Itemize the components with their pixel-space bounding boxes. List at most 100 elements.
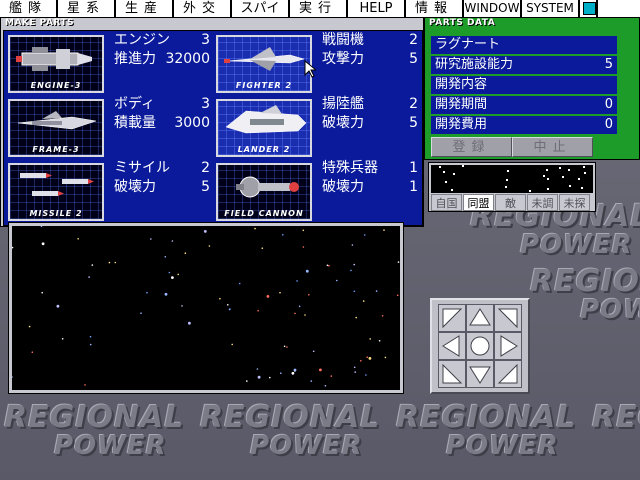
part-name: ボディ (114, 96, 156, 112)
part-level: 2 (409, 32, 418, 48)
scroll-right-button[interactable] (494, 332, 522, 360)
menu-execute[interactable]: 実行 (290, 0, 348, 17)
scroll-left-button[interactable] (438, 332, 466, 360)
field-cannon-part-info: 特殊兵器 1 破壊力 1 (322, 159, 418, 197)
tab-own-nation[interactable]: 自国 (431, 194, 462, 211)
menu-help[interactable]: HELP (348, 0, 406, 17)
mini-star (451, 189, 453, 191)
star-field[interactable] (11, 225, 400, 390)
mini-star (529, 190, 531, 192)
star-map-window (8, 222, 404, 394)
star (91, 264, 94, 266)
menu-production[interactable]: 生産 (116, 0, 174, 17)
star (355, 316, 358, 319)
mini-star (453, 173, 455, 175)
stat-label: 破壊力 (322, 115, 364, 131)
stat-label: 破壊力 (114, 179, 156, 195)
stat-label: 積載量 (114, 115, 156, 131)
window-icon[interactable] (580, 0, 598, 17)
star (291, 371, 295, 375)
scroll-down-left-button[interactable] (438, 360, 466, 388)
mini-star (505, 186, 507, 188)
fighter-part-tile[interactable]: FIGHTER 2 (216, 35, 312, 93)
tab-unsurveyed[interactable]: 未調 (527, 194, 558, 211)
missile-part-tile[interactable]: MISSILE 2 (8, 163, 104, 221)
star (326, 264, 329, 267)
menu-star-system[interactable]: 星系 (58, 0, 116, 17)
star (365, 374, 367, 376)
scroll-up-button[interactable] (466, 304, 494, 332)
mini-star (547, 188, 549, 190)
content-label: 開発内容 (435, 77, 488, 92)
star (305, 269, 309, 273)
star (231, 343, 233, 346)
star (266, 295, 270, 298)
scroll-down-button[interactable] (466, 360, 494, 388)
star (188, 321, 191, 325)
stat-value: 1 (409, 179, 418, 195)
mini-star (559, 167, 561, 169)
menu-spy[interactable]: スパイ (232, 0, 290, 17)
field-cannon-part-tile[interactable]: FIELD CANNON (216, 163, 312, 221)
star (324, 385, 327, 387)
background-logo: REGIONALPOWER (530, 264, 640, 325)
stat-label: 攻撃力 (322, 51, 364, 67)
part-caption: FIELD CANNON (224, 209, 304, 218)
mini-star-view[interactable] (431, 165, 593, 193)
stat-value: 5 (409, 115, 418, 131)
frame-icon (17, 111, 97, 130)
lander-icon (225, 105, 307, 134)
window-title: MAKE PARTS (5, 18, 75, 28)
part-caption: MISSILE 2 (29, 209, 83, 218)
mini-star (462, 165, 464, 167)
star (150, 238, 152, 240)
stat-value: 5 (409, 51, 418, 67)
tab-enemy[interactable]: 敵 (495, 194, 526, 211)
menu-info[interactable]: 情報 (406, 0, 464, 17)
center-button[interactable] (466, 332, 494, 360)
parts-panel: ENGINE-3 エンジン 3 推進力 32000 FIGHTER 2 戦闘機 2 攻… (3, 30, 423, 226)
scroll-up-right-button[interactable] (494, 304, 522, 332)
star (89, 335, 92, 338)
menu-diplomacy[interactable]: 外交 (174, 0, 232, 17)
mini-star (569, 185, 571, 187)
scroll-up-left-button[interactable] (438, 304, 466, 332)
content-field: 開発内容 (431, 76, 617, 94)
background-logo: REGIONALPOWER (4, 400, 185, 461)
star (279, 291, 281, 294)
scroll-down-right-button[interactable] (494, 360, 522, 388)
menu-system[interactable]: SYSTEM (522, 0, 580, 17)
tab-unexplored[interactable]: 未探 (559, 194, 590, 211)
mini-star (583, 166, 585, 168)
star (280, 372, 282, 374)
engine-part-tile[interactable]: ENGINE-3 (8, 35, 104, 93)
menu-fleet[interactable]: 艦隊 (0, 0, 58, 17)
mini-star (581, 187, 583, 189)
star (227, 304, 229, 306)
part-level: 2 (201, 160, 210, 176)
part-name-field[interactable]: ラグナート (431, 36, 617, 54)
star (396, 294, 399, 297)
lander-part-tile[interactable]: LANDER 2 (216, 99, 312, 157)
mini-star (507, 170, 509, 172)
cannon-icon (236, 176, 299, 198)
star (171, 276, 174, 279)
stat-label: 破壊力 (322, 179, 364, 195)
star (238, 282, 241, 285)
star (360, 360, 362, 362)
star (304, 314, 306, 316)
mini-star (568, 169, 570, 171)
star (302, 229, 305, 232)
cancel-button[interactable]: 中止 (512, 137, 593, 157)
register-button[interactable]: 登録 (431, 137, 512, 157)
menu-window[interactable]: WINDOW (464, 0, 522, 17)
background-logo: REGIONALPOWER (592, 400, 640, 435)
menu-bar: 艦隊 星系 生産 外交 スパイ 実行 HELP 情報 WINDOW SYSTEM (0, 0, 640, 18)
star (181, 305, 183, 307)
frame-part-tile[interactable]: FRAME-3 (8, 99, 104, 157)
background-logo: REGIONALPOWER (396, 400, 577, 461)
star (164, 256, 167, 258)
tab-alliance[interactable]: 同盟 (463, 194, 494, 211)
star (310, 380, 313, 382)
period-field: 開発期間 0 (431, 96, 617, 114)
